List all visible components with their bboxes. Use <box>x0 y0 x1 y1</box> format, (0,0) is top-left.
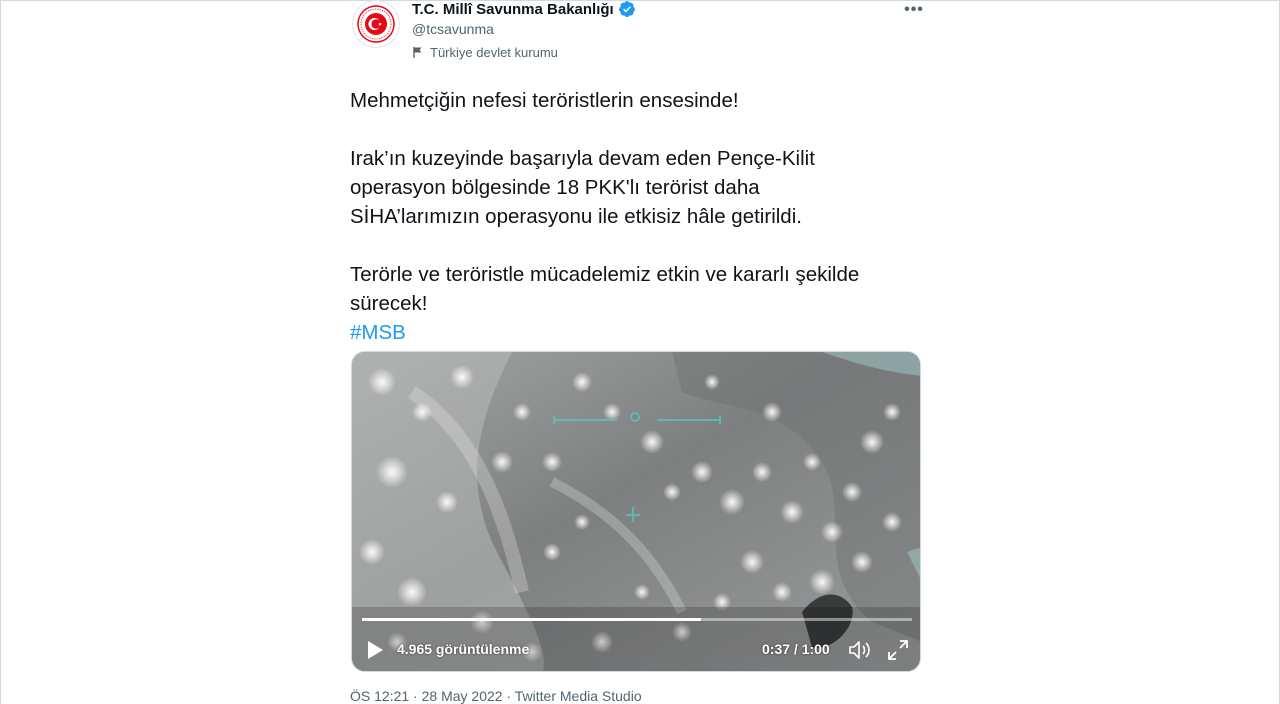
tweet-line-1: Mehmetçiğin nefesi teröristlerin ensesin… <box>350 89 739 112</box>
tweet-date[interactable]: 28 May 2022 <box>422 688 503 704</box>
video-controls: 4.965 görüntülenme 0:37 / 1:00 <box>352 628 920 671</box>
ministry-emblem-icon <box>357 5 395 43</box>
more-options-icon[interactable]: ••• <box>902 0 926 20</box>
meta-separator-2: · <box>506 688 512 704</box>
affiliation-label: Türkiye devlet kurumu <box>412 45 558 60</box>
video-progress-bar[interactable] <box>362 618 912 621</box>
author-name-text[interactable]: T.C. Millî Savunma Bakanlığı <box>412 1 614 18</box>
author-name[interactable]: T.C. Millî Savunma Bakanlığı <box>412 0 636 18</box>
play-icon[interactable] <box>366 640 384 660</box>
affiliation-text: Türkiye devlet kurumu <box>430 45 558 60</box>
verified-badge-icon <box>618 1 635 18</box>
video-player[interactable]: 4.965 görüntülenme 0:37 / 1:00 <box>351 351 921 672</box>
tweet-card: T.C. Millî Savunma Bakanlığı @tcsavunma … <box>350 0 930 704</box>
avatar[interactable] <box>352 0 400 48</box>
tweet-paragraph-2: Irak’ın kuzeyinde başarıyla devam eden P… <box>350 147 815 228</box>
hashtag-link[interactable]: #MSB <box>350 318 920 347</box>
drone-footage-frame <box>352 352 920 671</box>
video-time: 0:37 / 1:00 <box>762 641 830 657</box>
volume-icon[interactable] <box>848 639 872 661</box>
meta-separator: · <box>413 688 418 704</box>
view-count: 4.965 görüntülenme <box>397 641 530 657</box>
tweet-metadata: ÖS 12:21 · 28 May 2022 · Twitter Media S… <box>350 688 642 704</box>
tweet-source[interactable]: Twitter Media Studio <box>515 688 642 704</box>
author-handle[interactable]: @tcsavunma <box>412 21 494 37</box>
tweet-time[interactable]: ÖS 12:21 <box>350 688 409 704</box>
tweet-text: Mehmetçiğin nefesi teröristlerin ensesin… <box>350 86 920 347</box>
fullscreen-icon[interactable] <box>887 639 909 661</box>
video-progress-fill <box>362 618 702 621</box>
flag-icon <box>413 47 422 58</box>
tweet-paragraph-3: Terörle ve teröristle mücadelemiz etkin … <box>350 263 860 315</box>
